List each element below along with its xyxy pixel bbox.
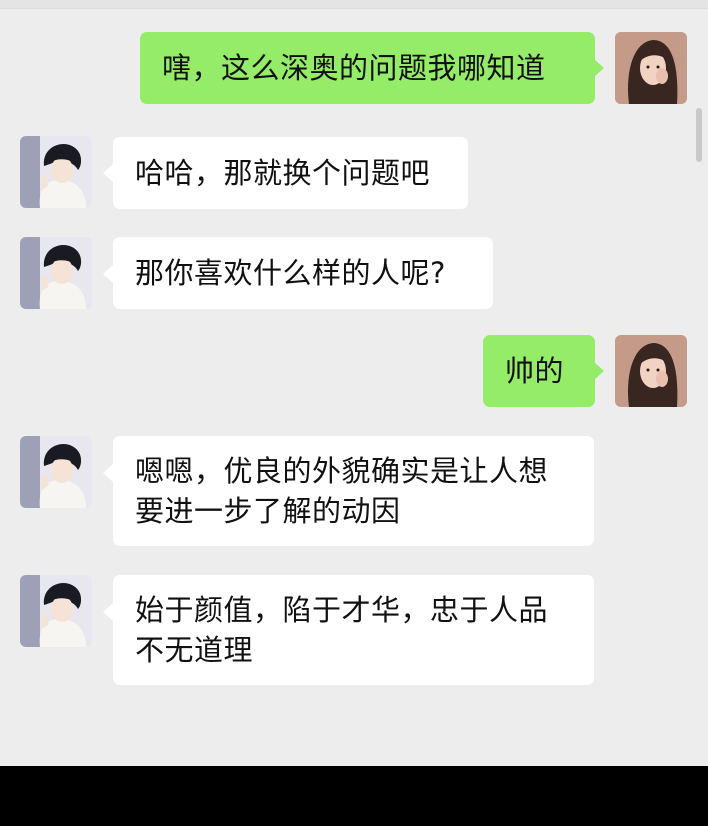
girl-avatar[interactable] [615,32,687,104]
bubble-tail [103,265,113,283]
girl-avatar-image [615,32,687,104]
bubble-tail [594,59,604,77]
bottom-black-bar [0,766,708,826]
boy-avatar[interactable] [20,436,92,508]
bubble-tail [103,464,113,482]
boy-avatar-image [20,575,92,647]
bubble-tail [103,164,113,182]
message-bubble-received[interactable]: 始于颜值，陷于才华，忠于人品 不无道理 [113,575,594,685]
boy-avatar-image [20,136,92,208]
boy-avatar[interactable] [20,136,92,208]
message-bubble-sent[interactable]: 帅的 [483,335,595,407]
message-bubble-received[interactable]: 哈哈，那就换个问题吧 [113,137,468,209]
boy-avatar-image [20,436,92,508]
message-bubble-sent[interactable]: 嗐，这么深奥的问题我哪知道 [140,32,595,104]
chat-window: 嗐，这么深奥的问题我哪知道 哈哈，那就换个问题吧 那你喜欢什么样的人呢? 帅的 … [0,0,708,766]
boy-avatar-image [20,237,92,309]
top-divider [0,0,708,9]
bubble-tail [103,603,113,621]
girl-avatar[interactable] [615,335,687,407]
message-bubble-received[interactable]: 嗯嗯，优良的外貌确实是让人想 要进一步了解的动因 [113,436,594,546]
boy-avatar[interactable] [20,237,92,309]
boy-avatar[interactable] [20,575,92,647]
scrollbar[interactable] [696,108,702,162]
message-bubble-received[interactable]: 那你喜欢什么样的人呢? [113,237,493,309]
girl-avatar-image [615,335,687,407]
bubble-tail [594,362,604,380]
